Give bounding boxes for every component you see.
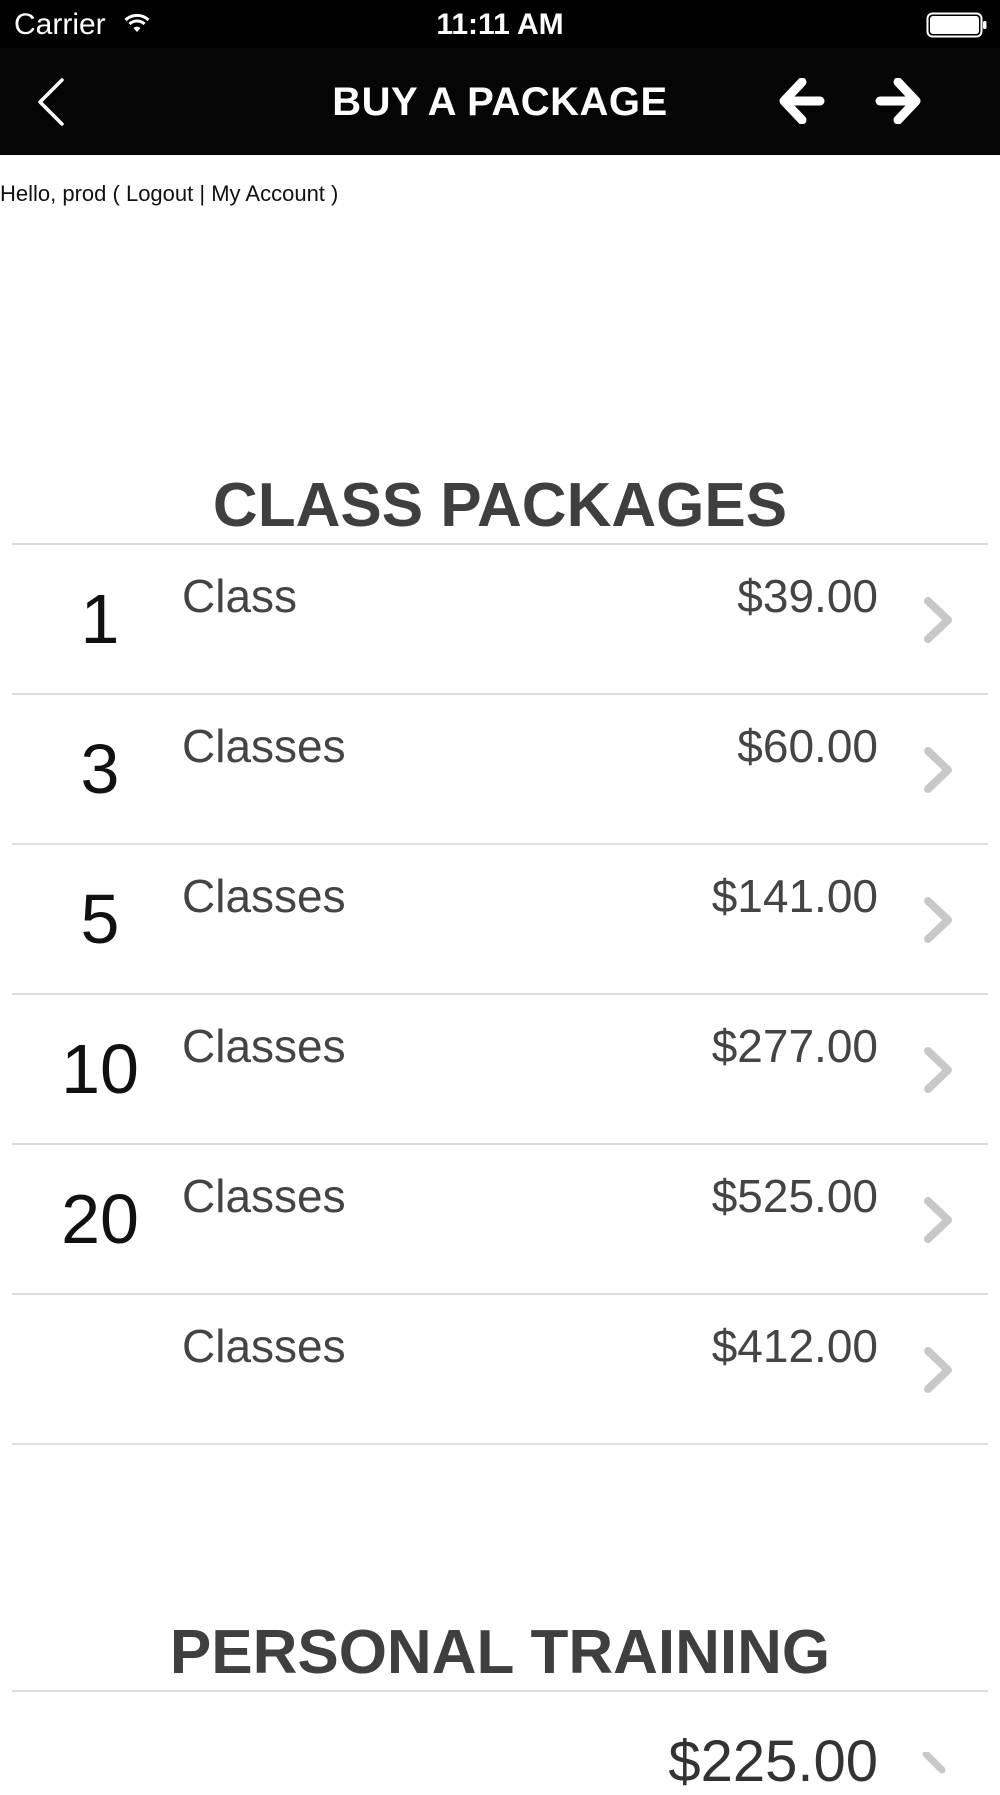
package-price: $412.00 (711, 1320, 878, 1372)
previous-button[interactable] (778, 77, 826, 125)
status-bar: Carrier 11:11 AM (0, 0, 1000, 48)
chevron-right-icon (920, 745, 956, 795)
package-count: 3 (80, 730, 120, 808)
my-account-link[interactable]: My Account (211, 181, 325, 206)
package-count: 20 (61, 1180, 139, 1258)
chevron-right-icon (920, 1195, 956, 1245)
package-row[interactable]: 1 Class $39.00 (12, 545, 988, 693)
arrow-right-icon (875, 77, 921, 125)
package-price: $60.00 (737, 720, 878, 772)
row-divider (12, 1443, 988, 1445)
package-unit: Classes (182, 1320, 346, 1372)
package-row[interactable]: 3 Classes $60.00 (12, 695, 988, 843)
greeting-separator: | (193, 181, 212, 206)
nav-bar: BUY A PACKAGE (0, 48, 1000, 155)
greeting-prefix: Hello, prod ( (0, 181, 126, 206)
class-packages-title: CLASS PACKAGES (212, 471, 788, 540)
status-time: 11:11 AM (436, 8, 564, 41)
package-count: 5 (80, 880, 120, 958)
package-price: $39.00 (737, 570, 878, 622)
package-row[interactable]: 5 Classes $141.00 (12, 845, 988, 993)
greeting-suffix: ) (324, 181, 339, 206)
package-unit: Class (182, 570, 298, 622)
logout-link[interactable]: Logout (126, 181, 193, 206)
package-price: $141.00 (711, 870, 878, 922)
personal-training-title: PERSONAL TRAINING (169, 1618, 831, 1687)
greeting: Hello, prod ( Logout | My Account ) (0, 181, 338, 207)
chevron-right-icon (920, 895, 956, 945)
package-price: $225.00 (668, 1729, 878, 1794)
package-price: $525.00 (711, 1170, 878, 1222)
section-divider (12, 1690, 988, 1692)
package-unit: Classes (182, 870, 346, 922)
chevron-right-icon (920, 1345, 956, 1395)
package-price: $277.00 (711, 1020, 878, 1072)
package-count: 10 (61, 1030, 139, 1108)
package-unit: Classes (182, 1170, 346, 1222)
package-unit: Classes (182, 720, 346, 772)
package-row[interactable]: 20 Classes $525.00 (12, 1145, 988, 1293)
package-count: 1 (80, 580, 120, 658)
battery-icon (926, 12, 988, 43)
next-button[interactable] (874, 77, 922, 125)
chevron-right-icon (920, 1045, 956, 1095)
chevron-right-icon (920, 595, 956, 645)
arrow-left-icon (779, 77, 825, 125)
package-unit: Classes (182, 1020, 346, 1072)
page-title: BUY A PACKAGE (332, 80, 668, 124)
package-row[interactable]: Classes $412.00 (12, 1295, 988, 1443)
package-row[interactable]: 10 Classes $277.00 (12, 995, 988, 1143)
